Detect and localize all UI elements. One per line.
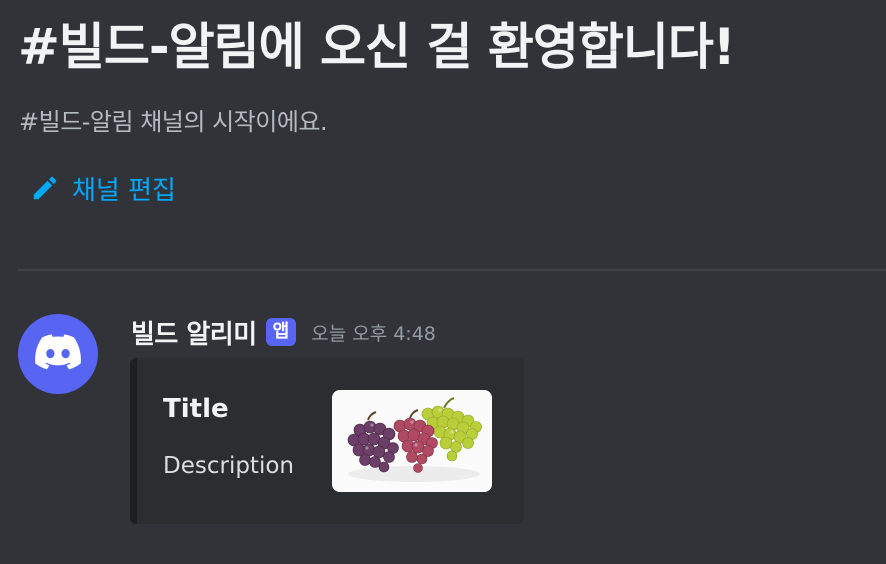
avatar[interactable] (18, 314, 98, 394)
embed-accent-bar (130, 358, 137, 524)
message-header: 빌드 알리미 앱 오늘 오후 4:48 (131, 312, 436, 352)
edit-channel-button[interactable]: 채널 편집 (30, 168, 176, 208)
app-badge: 앱 (265, 318, 297, 346)
timestamp: 오늘 오후 4:48 (311, 322, 436, 345)
message-embed: Title Description (130, 358, 524, 524)
discord-logo-icon (35, 334, 81, 374)
pencil-icon (30, 173, 60, 203)
username[interactable]: 빌드 알리미 (131, 314, 257, 351)
channel-welcome-subtitle: #빌드-알림 채널의 시작이에요. (19, 108, 328, 136)
edit-channel-label: 채널 편집 (72, 175, 176, 206)
embed-description: Description (163, 453, 294, 479)
channel-chat-view: #빌드-알림에 오신 걸 환영합니다! #빌드-알림 채널의 시작이에요. 채널… (0, 0, 886, 564)
embed-thumbnail[interactable] (332, 390, 492, 492)
grapes-image (332, 390, 492, 492)
divider (18, 269, 886, 271)
channel-welcome-title: #빌드-알림에 오신 걸 환영합니다! (18, 18, 736, 76)
embed-title: Title (163, 394, 229, 424)
